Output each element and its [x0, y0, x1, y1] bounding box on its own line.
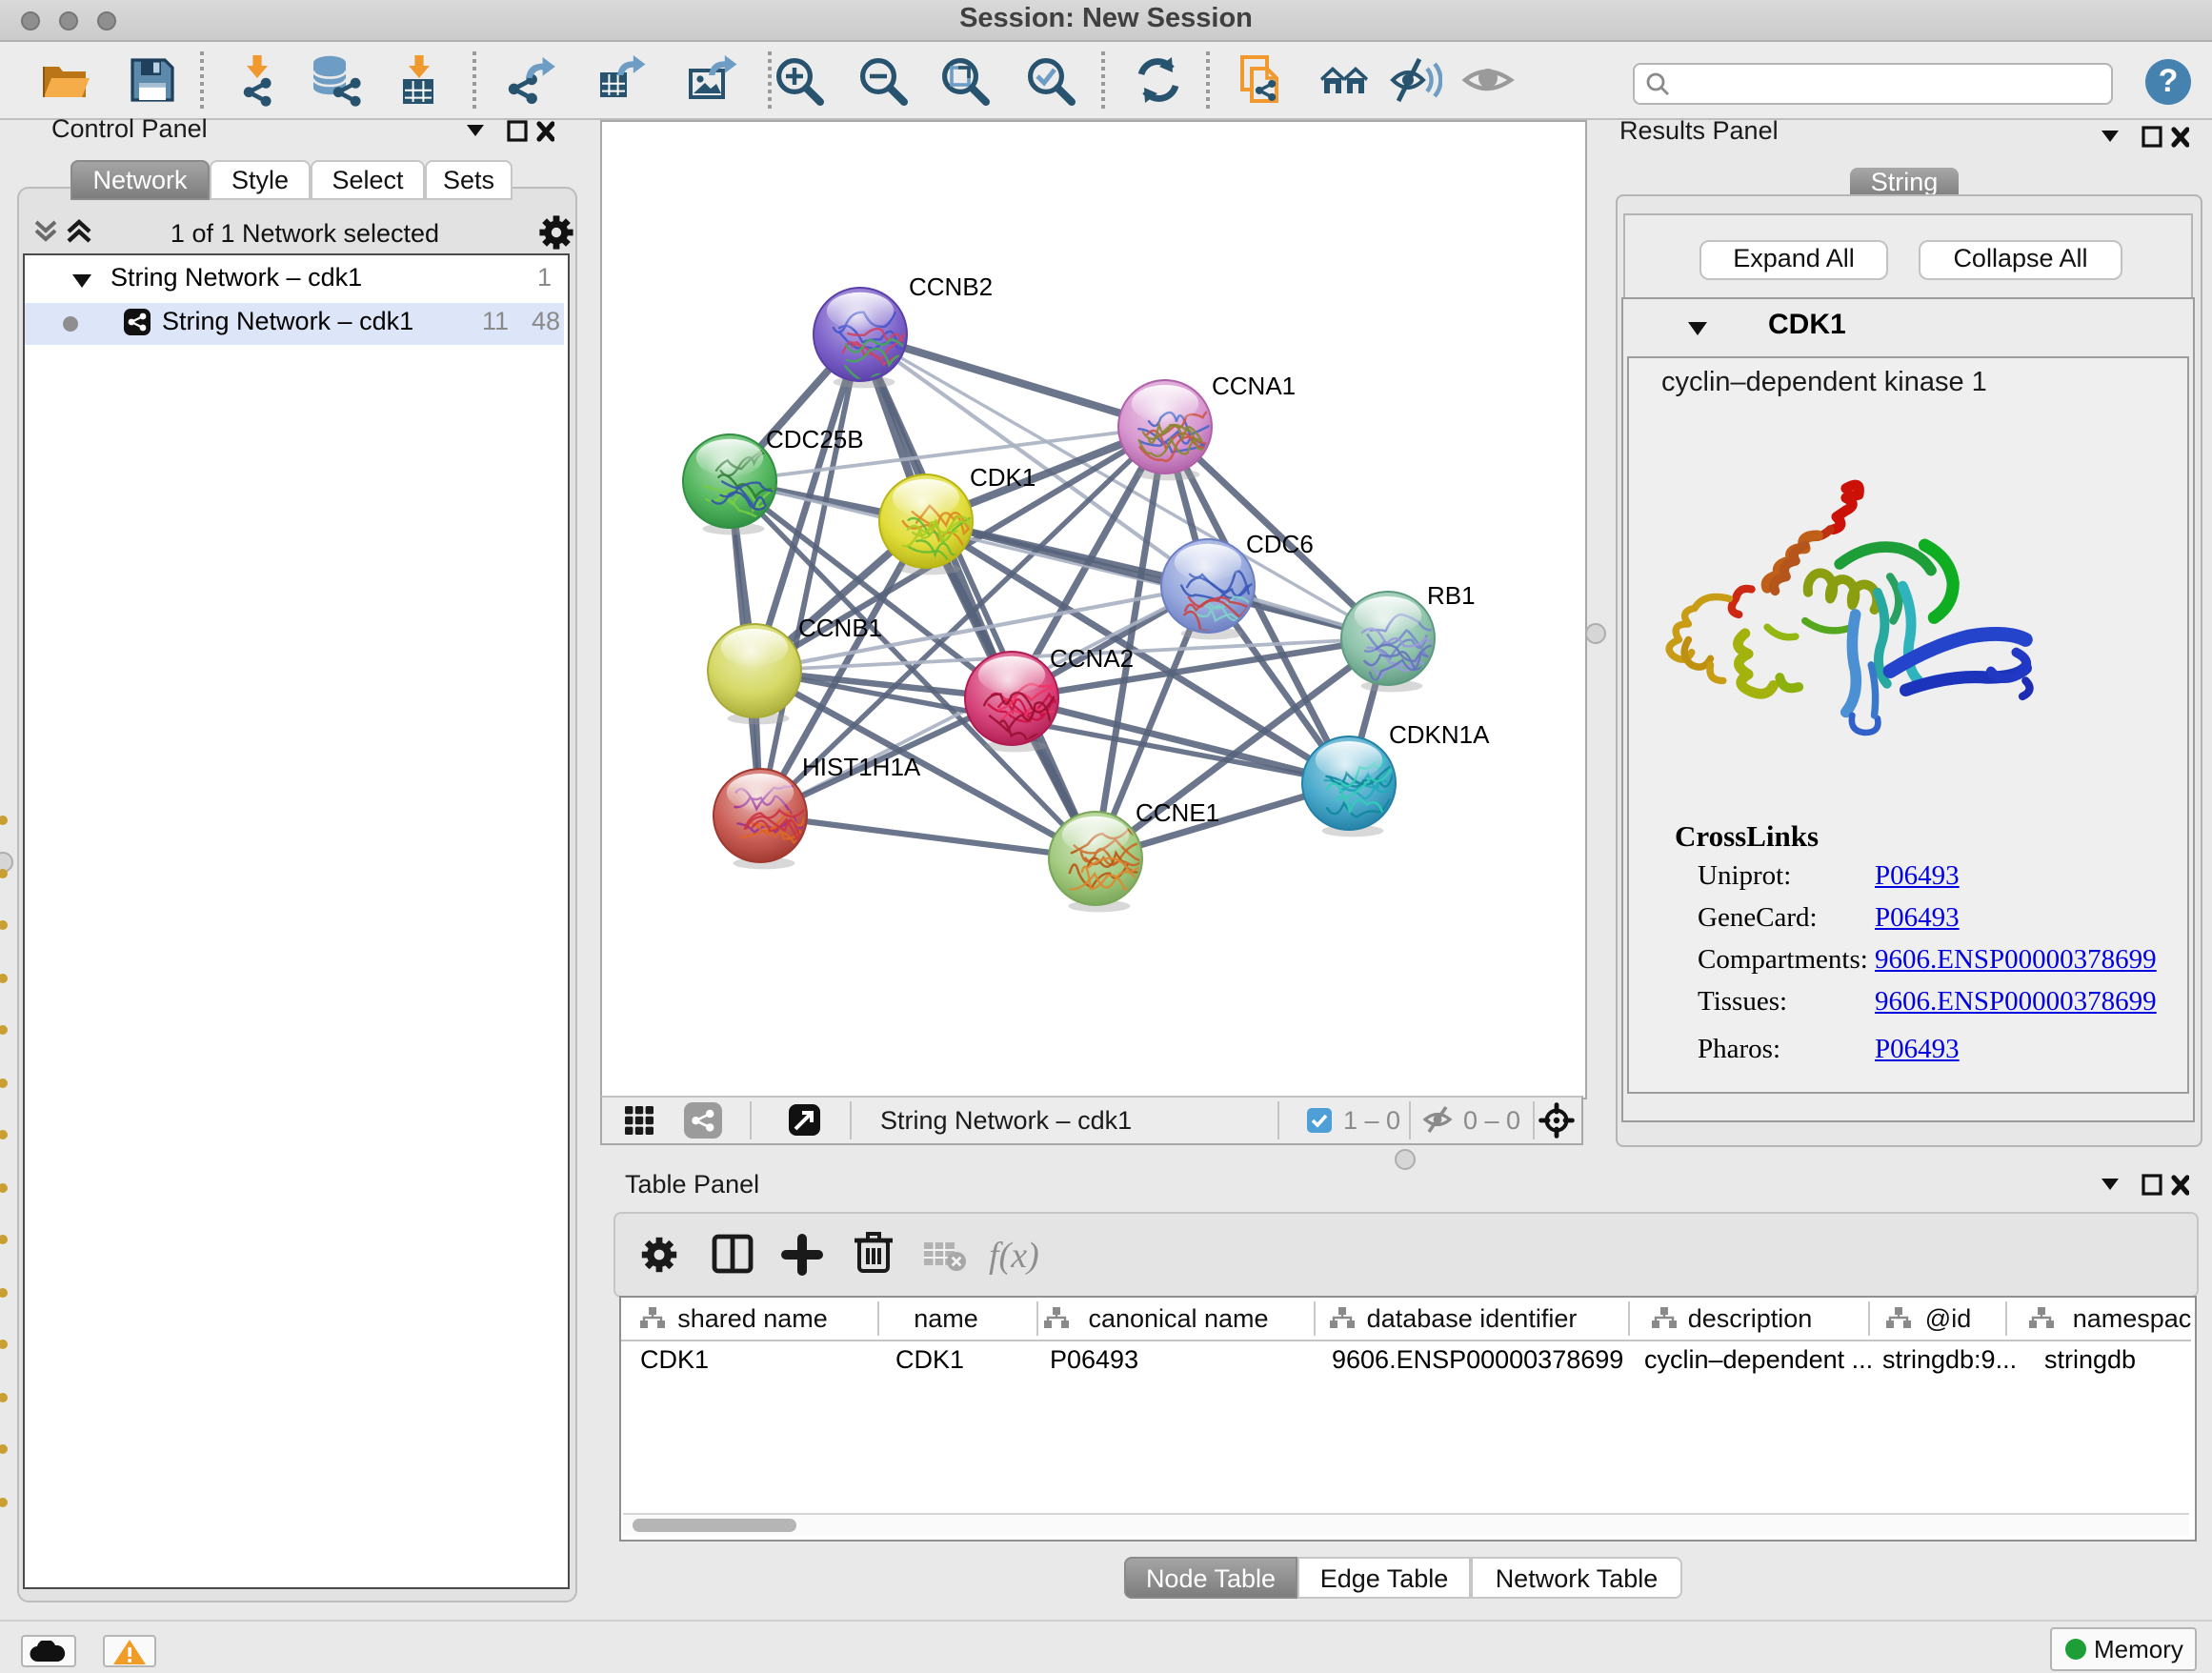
svg-text:HIST1H1A: HIST1H1A	[802, 753, 921, 781]
svg-text:description: description	[1688, 1304, 1813, 1333]
svg-text:String Network – cdk1: String Network – cdk1	[880, 1106, 1132, 1135]
svg-text:CCNA1: CCNA1	[1212, 372, 1296, 400]
svg-text:1 – 0: 1 – 0	[1343, 1106, 1400, 1135]
svg-text:name: name	[914, 1304, 978, 1333]
svg-text:CCNB1: CCNB1	[798, 614, 882, 642]
svg-text:CCNA2: CCNA2	[1050, 644, 1134, 673]
svg-text:canonical name: canonical name	[1088, 1304, 1268, 1333]
svg-text:CDK1: CDK1	[970, 463, 1036, 492]
svg-text:f(x): f(x)	[989, 1236, 1039, 1276]
svg-text:@id: @id	[1925, 1304, 1971, 1333]
svg-text:CDC25B: CDC25B	[766, 425, 864, 454]
svg-text:RB1: RB1	[1427, 581, 1476, 610]
svg-text:1 of 1 Network selected: 1 of 1 Network selected	[171, 219, 439, 248]
svg-text:CDKN1A: CDKN1A	[1389, 720, 1490, 749]
svg-text:namespac: namespac	[2073, 1304, 2191, 1333]
svg-text:shared name: shared name	[677, 1304, 828, 1333]
svg-text:database identifier: database identifier	[1367, 1304, 1578, 1333]
svg-text:CDC6: CDC6	[1246, 530, 1314, 558]
svg-text:CCNB2: CCNB2	[909, 272, 993, 301]
svg-text:CCNE1: CCNE1	[1136, 798, 1219, 827]
svg-text:0 – 0: 0 – 0	[1463, 1106, 1520, 1135]
